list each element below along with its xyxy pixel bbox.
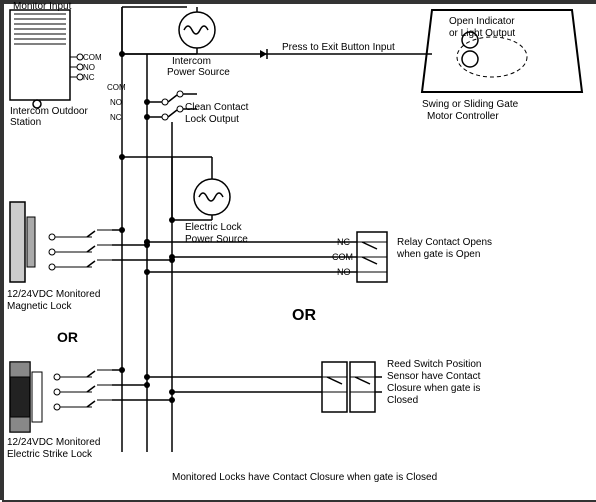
relay-contact-label: Relay Contact Opens (397, 237, 492, 248)
svg-text:NO: NO (83, 63, 95, 72)
svg-text:Station: Station (10, 117, 41, 128)
svg-text:COM: COM (107, 83, 126, 92)
svg-text:Magnetic Lock: Magnetic Lock (7, 301, 72, 312)
svg-text:or Light Output: or Light Output (449, 28, 515, 39)
or-label-left: OR (57, 329, 78, 345)
svg-text:Power Source: Power Source (167, 67, 230, 78)
svg-text:NC: NC (83, 73, 95, 82)
svg-text:Closed: Closed (387, 395, 418, 406)
svg-text:Lock Output: Lock Output (185, 114, 239, 125)
monitor-input-label: Monitor Input (13, 2, 72, 12)
swing-gate-label: Swing or Sliding Gate (422, 99, 519, 110)
monitored-locks-label: Monitored Locks have Contact Closure whe… (172, 472, 437, 483)
reed-switch-label: Reed Switch Position (387, 359, 482, 370)
svg-text:NO: NO (110, 98, 122, 107)
magnetic-lock-label: 12/24VDC Monitored (7, 289, 100, 300)
diagram-container: Monitor Input COM NO NC Intercom Outdoor… (0, 0, 596, 500)
intercom-power-label: Intercom (172, 56, 211, 67)
svg-text:COM: COM (83, 53, 102, 62)
svg-text:Closure when gate is: Closure when gate is (387, 383, 480, 394)
or-label-top: OR (292, 307, 316, 324)
svg-text:when gate is Open: when gate is Open (396, 249, 480, 260)
svg-text:Sensor have Contact: Sensor have Contact (387, 371, 481, 382)
svg-text:Power Source: Power Source (185, 234, 248, 245)
electric-lock-power-label: Electric Lock (185, 222, 243, 233)
svg-text:Electric Strike Lock: Electric Strike Lock (7, 449, 93, 460)
open-indicator-label: Open Indicator (449, 16, 515, 27)
clean-contact-label: Clean Contact (185, 102, 249, 113)
intercom-outdoor-label: Intercom Outdoor (10, 106, 88, 117)
svg-text:Motor Controller: Motor Controller (427, 111, 499, 122)
svg-text:NC: NC (110, 113, 122, 122)
press-to-exit-label: Press to Exit Button Input (282, 42, 395, 53)
electric-strike-label: 12/24VDC Monitored (7, 437, 100, 448)
